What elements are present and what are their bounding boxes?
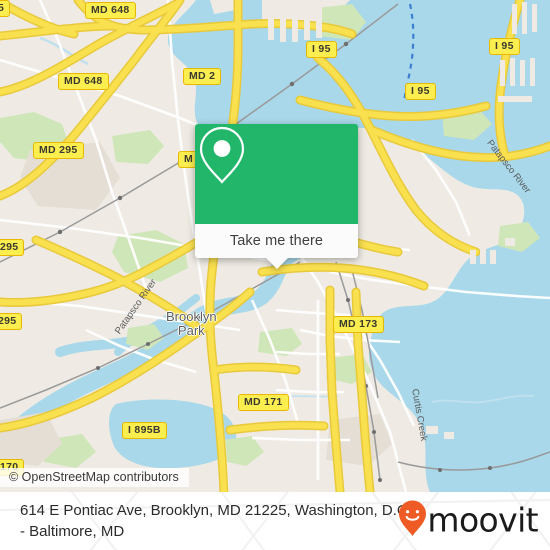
road-shield[interactable]: I 95 (489, 38, 520, 55)
take-me-there-label: Take me there (229, 233, 324, 249)
callout-pin-area (195, 124, 358, 224)
osm-attribution[interactable]: © OpenStreetMap contributors (0, 468, 189, 487)
road-shield[interactable]: MD 173 (333, 316, 384, 333)
address-text: 614 E Pontiac Ave, Brooklyn, MD 21225, W… (20, 500, 420, 542)
map-result-screen: MD 648 5 I 95 I 95 I 95 MD 2 MD 648 MD 2… (0, 0, 550, 550)
take-me-there-button[interactable]: Take me there (195, 224, 358, 269)
road-shield[interactable]: 5 (0, 0, 11, 17)
moovit-brand[interactable]: moovit (399, 500, 539, 542)
road-shield[interactable]: MD 648 (85, 2, 136, 19)
road-shield[interactable]: 295 (0, 313, 23, 330)
road-shield[interactable]: I 895B (122, 422, 167, 439)
place-label-brooklyn-park: Brooklyn Park (166, 309, 217, 338)
road-shield[interactable]: MD 171 (238, 394, 289, 411)
road-shield[interactable]: MD 648 (58, 73, 109, 90)
moovit-wordmark: moovit (427, 500, 538, 540)
callout-tail (265, 258, 288, 269)
road-shield[interactable]: 295 (0, 239, 25, 256)
map-canvas[interactable]: MD 648 5 I 95 I 95 I 95 MD 2 MD 648 MD 2… (0, 0, 550, 492)
destination-callout-card[interactable]: Take me there (195, 124, 358, 269)
road-shield[interactable]: MD 295 (33, 142, 84, 159)
moovit-pin-smiley-icon (399, 500, 427, 542)
road-shield[interactable]: MD 2 (183, 68, 222, 85)
footer-bar: 614 E Pontiac Ave, Brooklyn, MD 21225, W… (0, 492, 550, 550)
address-line-1: 614 E Pontiac Ave, Brooklyn, MD 21225, W… (20, 502, 378, 519)
road-shield[interactable]: I 95 (405, 83, 436, 100)
road-shield[interactable]: I 95 (306, 41, 337, 58)
